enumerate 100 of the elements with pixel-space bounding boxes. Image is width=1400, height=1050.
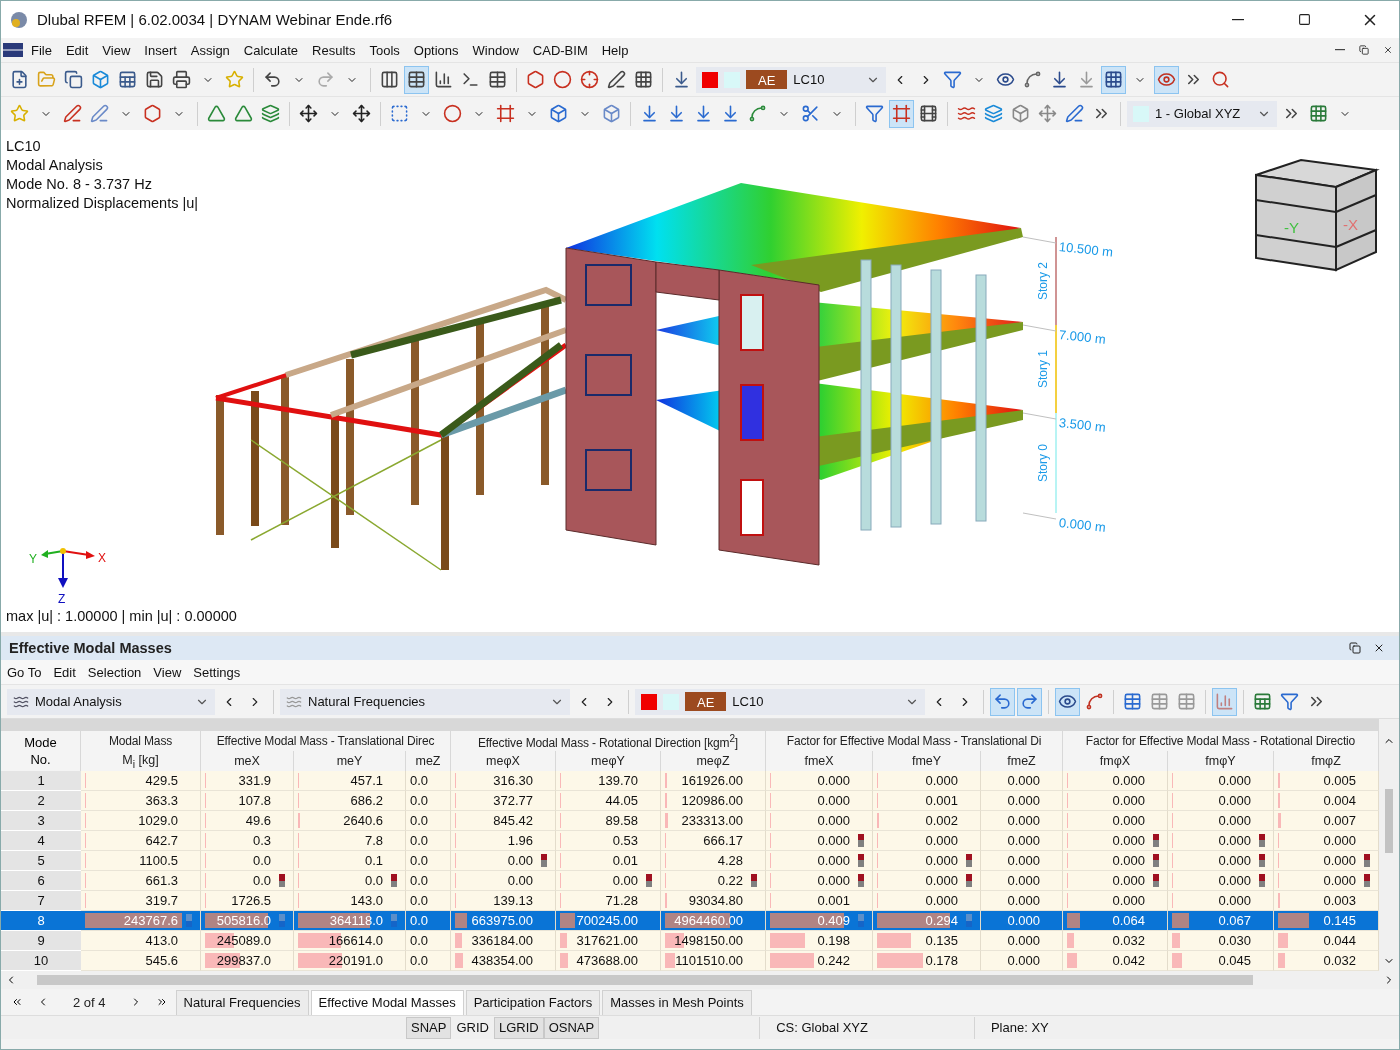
polygon-icon [143, 104, 162, 123]
tab[interactable]: Participation Factors [465, 989, 601, 1015]
menu-item[interactable]: Insert [138, 40, 183, 60]
table-cell: 0.198 [766, 931, 873, 951]
eye-button[interactable] [1055, 687, 1080, 716]
menu-item[interactable]: View [147, 662, 188, 682]
bar-chart-button[interactable] [1212, 687, 1237, 716]
table-cell: 0.000 [1168, 811, 1274, 831]
row-number[interactable]: 5 [1, 851, 81, 871]
analysis-select[interactable]: Modal Analysis [7, 688, 215, 715]
menu-item[interactable]: CAD-BIM [526, 40, 594, 60]
menu-item[interactable]: Calculate [237, 40, 305, 60]
status-toggle[interactable]: OSNAP [543, 1016, 600, 1039]
status-toggle[interactable]: LGRID [493, 1016, 544, 1039]
menu-item[interactable]: Assign [184, 40, 236, 60]
row-number[interactable]: 8 [1, 911, 81, 931]
info-text: Mode No. 8 - 3.737 Hz [6, 176, 153, 192]
table-cell: 700245.00 [556, 911, 661, 931]
table-cell: 666.17 [661, 831, 766, 851]
menu-item[interactable]: View [96, 40, 137, 60]
table-button[interactable] [404, 65, 429, 94]
table-cell: 429.5 [81, 771, 201, 791]
tab[interactable]: Natural Frequencies [175, 989, 309, 1015]
vertical-scrollbar[interactable] [1379, 719, 1399, 971]
table-cell: 0.005 [1274, 771, 1379, 791]
tab[interactable]: Masses in Mesh Points [602, 989, 752, 1015]
table-cell: 0.000 [981, 771, 1063, 791]
curve-icon [1023, 70, 1042, 89]
column-group-header: Factor for Effective Modal Mass - Rotational Directio [1085, 734, 1356, 748]
filter-icon [943, 70, 962, 89]
row-number[interactable]: 9 [1, 931, 81, 951]
table-cell: 89.58 [556, 811, 661, 831]
table-cell: 1029.0 [81, 811, 201, 831]
menu-item[interactable]: Go To [1, 662, 48, 682]
row-number[interactable]: 6 [1, 871, 81, 891]
menu-item[interactable]: File [25, 40, 58, 60]
bar-chart-icon [1215, 692, 1234, 711]
eye-button[interactable] [1154, 65, 1179, 94]
load-case-select[interactable]: AE LC10 [635, 688, 925, 715]
row-number[interactable]: 4 [1, 831, 81, 851]
row-number[interactable]: 7 [1, 891, 81, 911]
view-cube-drawing[interactable] [1255, 158, 1380, 272]
table-cell: 0.064 [1063, 911, 1168, 931]
status-toggle[interactable]: GRID [451, 1016, 494, 1039]
menu-item[interactable]: Options [407, 40, 465, 60]
table-cell: 143.0 [294, 891, 406, 911]
table-cell: 71.28 [556, 891, 661, 911]
table-cell: 438354.00 [451, 951, 556, 971]
table-cell: 0.000 [981, 851, 1063, 871]
row-number[interactable]: 10 [1, 951, 81, 971]
tab[interactable]: Effective Modal Masses [310, 989, 464, 1015]
menu-item[interactable]: Window [466, 40, 525, 60]
menu-item[interactable]: Edit [47, 662, 82, 682]
table-cell: 0.042 [1063, 951, 1168, 971]
coordinate-system-select[interactable]: 1 - Global XYZ [1127, 100, 1277, 127]
table-cell: 0.3 [201, 831, 294, 851]
column-header: fmφY [1205, 754, 1236, 768]
table-cell: 0.032 [1063, 931, 1168, 951]
undo-button[interactable] [990, 687, 1015, 716]
load-arrow-icon [672, 70, 691, 89]
target-icon [580, 70, 599, 89]
row-number[interactable]: 2 [1, 791, 81, 811]
table-cell: 120986.00 [661, 791, 766, 811]
table-cell: 686.2 [294, 791, 406, 811]
redo-button[interactable] [1017, 687, 1042, 716]
grid-button[interactable] [1101, 65, 1126, 94]
column-header: No. [30, 752, 51, 767]
table-cell: 0.000 [981, 951, 1063, 971]
table-cell: 299837.0 [201, 951, 294, 971]
column-header: meZ [415, 754, 441, 768]
table-cell: 0.0 [406, 891, 451, 911]
table-cell: 319.7 [81, 891, 201, 911]
table-cell: 0.0 [406, 811, 451, 831]
menu-item[interactable]: Selection [81, 662, 148, 682]
app-logo-icon [9, 9, 29, 30]
result-select[interactable]: Natural Frequencies [280, 688, 570, 715]
page-indicator: 2 of 4 [72, 994, 107, 1010]
menu-item[interactable]: Help [595, 40, 635, 60]
status-toggle[interactable]: SNAP [406, 1016, 452, 1039]
table-icon [1177, 692, 1196, 711]
row-number[interactable]: 1 [1, 771, 81, 791]
table-cell: 0.000 [1063, 771, 1168, 791]
menu-item[interactable]: Results [306, 40, 362, 60]
load-case-select[interactable]: AE LC10 [696, 66, 886, 93]
table-cell: 93034.80 [661, 891, 766, 911]
table-cell: 1101510.00 [661, 951, 766, 971]
row-number[interactable]: 3 [1, 811, 81, 831]
table-cell: 0.0 [294, 871, 406, 891]
menu-item[interactable]: Tools [363, 40, 406, 60]
column-header: fmφZ [1311, 754, 1341, 768]
column-header: meφX [486, 754, 520, 768]
menu-item[interactable]: Edit [59, 40, 95, 60]
cube-icon [1011, 104, 1030, 123]
menu-item[interactable]: Settings [187, 662, 247, 682]
column-group-header: Effective Modal Mass - Translational Direc [216, 734, 435, 748]
scroll-thumb[interactable] [37, 975, 1253, 985]
scroll-thumb[interactable] [1385, 789, 1393, 853]
table-cell: 0.000 [1168, 871, 1274, 891]
pen-icon [607, 70, 626, 89]
table-cell: 0.032 [1274, 951, 1379, 971]
